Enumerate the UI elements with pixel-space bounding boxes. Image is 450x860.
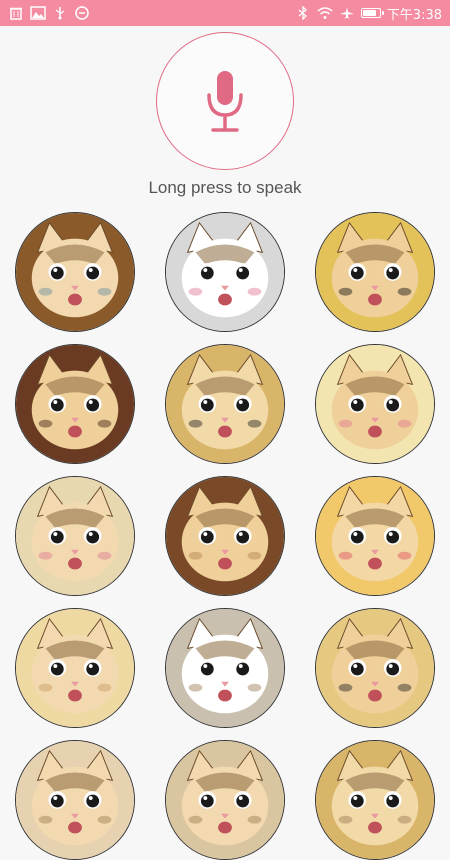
cat-face-image [16, 477, 134, 595]
status-bar: 下午3:38 [0, 0, 450, 26]
microphone-icon [207, 71, 243, 132]
cat-sticker-7[interactable] [15, 476, 135, 596]
cat-sticker-6[interactable] [315, 344, 435, 464]
cat-face-image [16, 213, 134, 331]
cat-sticker-15[interactable] [315, 740, 435, 860]
cat-face-image [316, 213, 434, 331]
cat-sticker-2[interactable] [165, 212, 285, 332]
cat-face-image [316, 345, 434, 463]
cat-sticker-1[interactable] [15, 212, 135, 332]
cat-face-image [166, 741, 284, 859]
cat-face-image [16, 609, 134, 727]
cat-face-image [16, 741, 134, 859]
battery-icon [360, 8, 384, 18]
cat-face-image [16, 345, 134, 463]
cat-face-image [166, 213, 284, 331]
cat-face-image [316, 741, 434, 859]
image-icon [30, 6, 46, 20]
microphone-button[interactable] [156, 32, 294, 170]
usb-icon [52, 6, 68, 20]
wifi-icon [317, 6, 333, 20]
cat-face-image [166, 345, 284, 463]
trash-icon [8, 6, 24, 20]
cat-sticker-9[interactable] [315, 476, 435, 596]
battery-level [362, 10, 377, 16]
cat-face-image [316, 477, 434, 595]
cat-sticker-5[interactable] [165, 344, 285, 464]
status-time: 下午3:38 [386, 7, 442, 23]
cat-sticker-12[interactable] [315, 608, 435, 728]
cat-sticker-4[interactable] [15, 344, 135, 464]
cat-face-image [316, 609, 434, 727]
cat-face-image [166, 477, 284, 595]
long-press-hint: Long press to speak [148, 178, 302, 197]
status-right-icons: 下午3:38 [295, 4, 442, 23]
cat-sticker-3[interactable] [315, 212, 435, 332]
airplane-icon [339, 6, 355, 20]
smiley-icon [74, 6, 90, 20]
cat-sticker-11[interactable] [165, 608, 285, 728]
cat-face-image [166, 609, 284, 727]
cat-sticker-14[interactable] [165, 740, 285, 860]
sticker-grid [0, 212, 450, 860]
status-left-icons [8, 6, 90, 20]
bluetooth-icon [295, 6, 311, 20]
cat-sticker-10[interactable] [15, 608, 135, 728]
cat-sticker-13[interactable] [15, 740, 135, 860]
cat-sticker-8[interactable] [165, 476, 285, 596]
